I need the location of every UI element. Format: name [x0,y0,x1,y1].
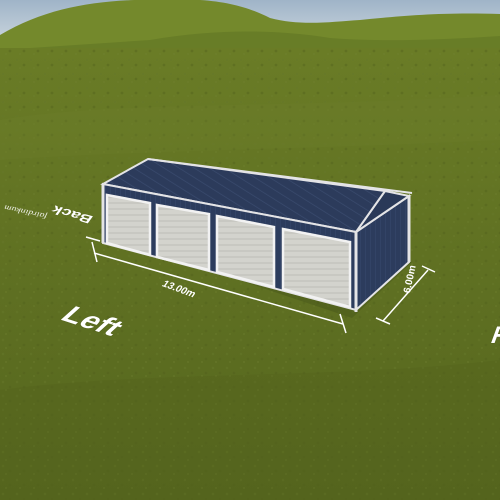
building-scene[interactable] [0,0,500,500]
3d-viewport[interactable]: Left Back R 13.00m 6.00m fairdinkum [0,0,500,500]
roller-door [105,193,152,257]
